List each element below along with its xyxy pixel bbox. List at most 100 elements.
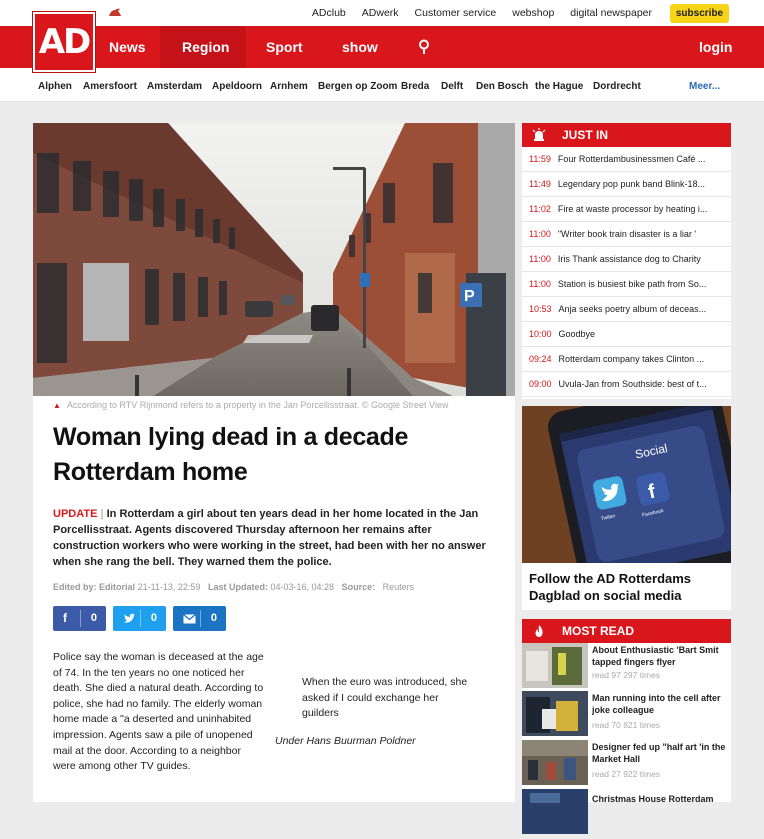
caption-triangle-icon: ▲: [53, 401, 61, 410]
just-in-item[interactable]: 11:59 Four Rotterdambusinessmen Café ...: [522, 147, 731, 172]
article-meta: Edited by: Editorial 21-11-13, 22:59 Las…: [53, 582, 414, 592]
just-in-text: Goodbye: [558, 329, 596, 339]
source-label: Source:: [341, 582, 376, 592]
nav-item-show[interactable]: show: [342, 26, 378, 68]
just-in-item[interactable]: 11:49 Legendary pop punk band Blink-18...: [522, 172, 731, 197]
city-link[interactable]: Amsterdam: [147, 81, 202, 92]
facebook-share-button[interactable]: f 0: [53, 606, 106, 631]
utility-bar: ADclub ADwerk Customer service webshop d…: [0, 0, 764, 26]
just-in-text: Rotterdam company takes Clinton ...: [558, 354, 705, 364]
edited-label: Edited by:: [53, 582, 97, 592]
mail-icon: [183, 614, 196, 624]
article-body: Police say the woman is deceased at the …: [53, 651, 264, 773]
most-read-title: MOST READ: [562, 624, 634, 638]
adwerk-link[interactable]: ADwerk: [362, 7, 399, 19]
just-in-text: "Writer book train disaster is a liar ': [557, 229, 697, 239]
twitter-share-count: 0: [150, 612, 157, 624]
just-in-text: Legendary pop punk band Blink-18...: [557, 179, 705, 189]
most-read-count: read 97 297 times: [592, 670, 661, 680]
city-link[interactable]: Alphen: [38, 81, 72, 92]
photo-caption-text: According to RTV Rijnmond refers to a pr…: [66, 400, 449, 410]
most-read-thumbnail: [522, 691, 588, 736]
just-in-item[interactable]: 11:00 Iris Thank assistance dog to Charit…: [522, 247, 731, 272]
just-in-text: Station is busiest bike path from So...: [557, 279, 707, 289]
nav-item-region[interactable]: Region: [182, 26, 229, 68]
just-in-item[interactable]: 09:00 Uvula-Jan from Southside: best of t…: [522, 372, 731, 397]
just-in-time: 11:00: [529, 279, 551, 289]
phone-social-image: Social Twitter f Facebook: [522, 406, 731, 563]
city-link[interactable]: the Hague: [535, 81, 583, 92]
just-in-time: 11:02: [529, 204, 551, 214]
just-in-item[interactable]: 11:00 "Writer book train disaster is a li…: [522, 222, 731, 247]
digital-newspaper-link[interactable]: digital newspaper: [570, 7, 652, 19]
city-link[interactable]: Amersfoort: [83, 81, 137, 92]
mail-share-button[interactable]: 0: [173, 606, 226, 631]
pull-quote-source: Under Hans Buurman Poldner: [275, 735, 416, 747]
article-headline: Woman lying dead in a decade Rotterdam h…: [53, 423, 409, 486]
just-in-item[interactable]: 09:24 Rotterdam company takes Clinton ...: [522, 347, 731, 372]
customer-service-link[interactable]: Customer service: [415, 7, 497, 19]
adclub-link[interactable]: ADclub: [312, 7, 346, 19]
svg-text:P: P: [464, 288, 475, 305]
updated-label: Last Updated:: [207, 582, 268, 592]
subscribe-button[interactable]: subscribe: [670, 4, 729, 23]
most-read-item-title: Man running into the cell after joke col…: [592, 693, 721, 715]
just-in-text: Uvula-Jan from Southside: best of t...: [558, 379, 707, 389]
most-read-item-title: Designer fed up "half art 'in the Market…: [592, 742, 726, 764]
twitter-icon: [124, 613, 136, 623]
most-read-item-title: About Enthusiastic 'Bart Smit tapped fin…: [592, 645, 719, 667]
ad-logo[interactable]: AD: [33, 12, 95, 72]
street-photo: P: [33, 123, 515, 396]
article: P ▲ According to RTV Rijnmond refers to a…: [33, 123, 515, 802]
social-promo[interactable]: Social Twitter f Facebook Follow the AD …: [522, 406, 731, 610]
twitter-share-button[interactable]: 0: [113, 606, 166, 631]
city-link[interactable]: Den Bosch: [476, 81, 528, 92]
just-in-time: 11:00: [529, 254, 551, 264]
alarm-icon: [532, 128, 546, 141]
just-in-time: 11:00: [529, 229, 551, 239]
search-icon[interactable]: [417, 39, 431, 55]
most-read-item[interactable]: Christmas House Rotterdam: [522, 789, 731, 839]
photo-caption: ▲ According to RTV Rijnmond refers to a p…: [53, 400, 448, 410]
city-link[interactable]: Dordrecht: [593, 81, 641, 92]
just-in-item[interactable]: 11:02 Fire at waste processor by heating …: [522, 197, 731, 222]
edited-by: Editorial: [99, 582, 136, 592]
just-in-title: JUST IN: [562, 128, 609, 142]
city-link[interactable]: Apeldoorn: [212, 81, 262, 92]
article-lead-text: In Rotterdam a girl about ten years dead…: [53, 508, 486, 568]
just-in-panel: JUST IN 11:59 Four Rotterdambusinessmen C…: [522, 123, 731, 399]
edited-date: 21-11-13, 22:59: [137, 582, 201, 592]
most-read-thumbnail: [522, 643, 588, 688]
flame-icon: [535, 625, 543, 637]
most-read-item[interactable]: Designer fed up "half art 'in the Market…: [522, 740, 731, 790]
more-cities-link[interactable]: Meer...: [689, 81, 720, 92]
nav-item-sport[interactable]: Sport: [266, 26, 303, 68]
login-link[interactable]: login: [699, 26, 732, 68]
facebook-icon: f: [63, 611, 67, 625]
webshop-link[interactable]: webshop: [512, 7, 554, 19]
most-read-item-title: Christmas House Rotterdam: [592, 794, 714, 804]
just-in-item[interactable]: 10:53 Anja seeks poetry album of deceas..…: [522, 297, 731, 322]
article-lead: UPDATE | In Rotterdam a girl about ten y…: [53, 508, 486, 568]
just-in-item[interactable]: 11:00 Station is busiest bike path from S…: [522, 272, 731, 297]
city-link[interactable]: Arnhem: [270, 81, 308, 92]
most-read-count: read 27 922 times: [592, 769, 661, 779]
update-label: UPDATE: [53, 508, 98, 520]
just-in-time: 09:00: [529, 379, 552, 389]
city-link[interactable]: Delft: [441, 81, 463, 92]
main-nav: News Region Sport show login: [0, 26, 764, 68]
most-read-item[interactable]: About Enthusiastic 'Bart Smit tapped fin…: [522, 643, 731, 693]
city-link[interactable]: Bergen op Zoom: [318, 81, 397, 92]
most-read-item[interactable]: Man running into the cell after joke col…: [522, 691, 731, 741]
nav-item-news[interactable]: News: [109, 26, 146, 68]
just-in-text: Four Rotterdambusinessmen Café ...: [557, 154, 706, 164]
most-read-count: read 70 821 times: [592, 720, 661, 730]
pull-quote: When the euro was introduced, she asked …: [302, 676, 468, 720]
most-read-thumbnail: [522, 740, 588, 785]
most-read-panel: MOST READ About Enthusiastic 'Bart Smit …: [522, 619, 731, 834]
city-link[interactable]: Breda: [401, 81, 429, 92]
just-in-header: JUST IN: [522, 123, 731, 147]
just-in-item[interactable]: 10:00 Goodbye: [522, 322, 731, 347]
just-in-time: 11:59: [529, 154, 551, 164]
mail-share-count: 0: [210, 612, 217, 624]
